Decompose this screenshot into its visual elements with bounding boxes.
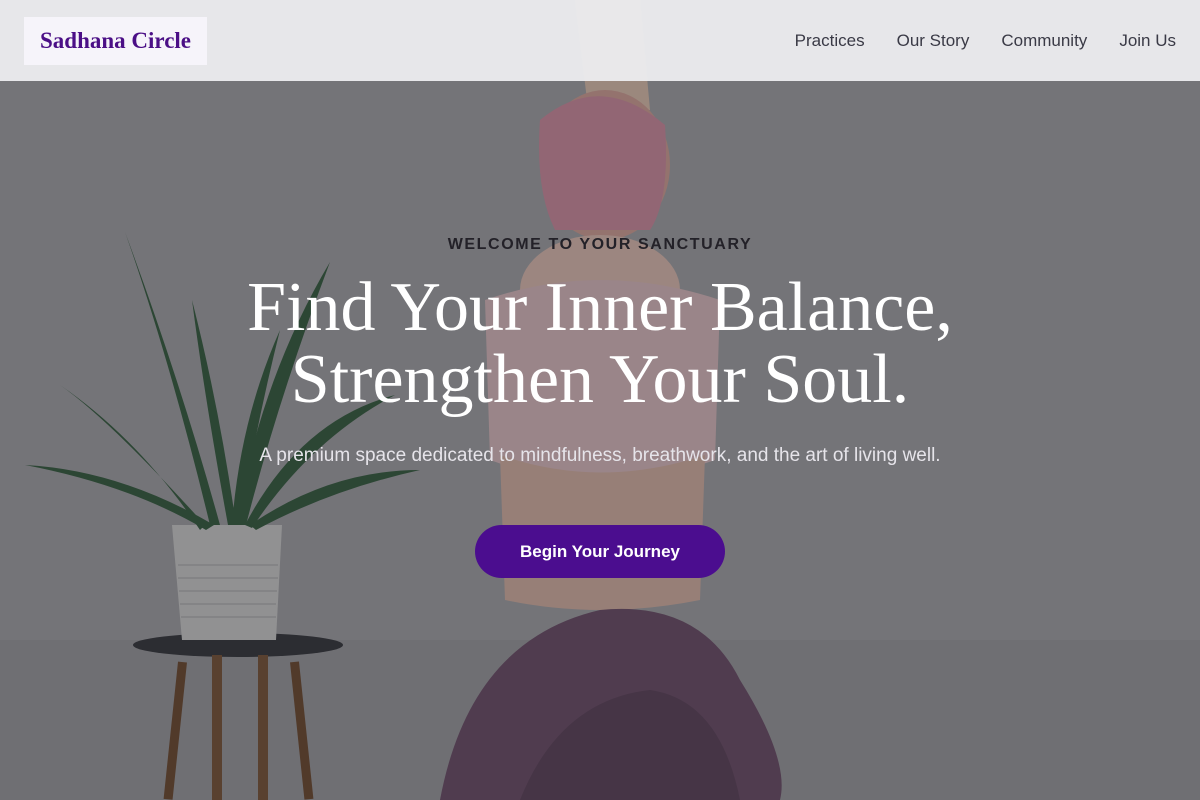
nav-link-our-story[interactable]: Our Story [897,31,970,51]
brand-logo[interactable]: Sadhana Circle [24,16,208,65]
main-nav: Practices Our Story Community Join Us [795,31,1176,51]
nav-link-practices[interactable]: Practices [795,31,865,51]
hero-headline-line-1: Find Your Inner Balance, [247,269,953,346]
nav-link-community[interactable]: Community [1001,31,1087,51]
hero-subtext: A premium space dedicated to mindfulness… [259,445,941,466]
hero-headline-line-2: Strengthen Your Soul. [290,341,910,418]
nav-link-join-us[interactable]: Join Us [1119,31,1176,51]
hero-headline: Find Your Inner Balance, Strengthen Your… [0,272,1200,416]
site-header: Sadhana Circle Practices Our Story Commu… [0,0,1200,81]
hero-eyebrow: WELCOME TO YOUR SANCTUARY [447,236,753,253]
begin-journey-button[interactable]: Begin Your Journey [475,525,725,578]
hero-content: WELCOME TO YOUR SANCTUARY Find Your Inne… [0,0,1200,800]
